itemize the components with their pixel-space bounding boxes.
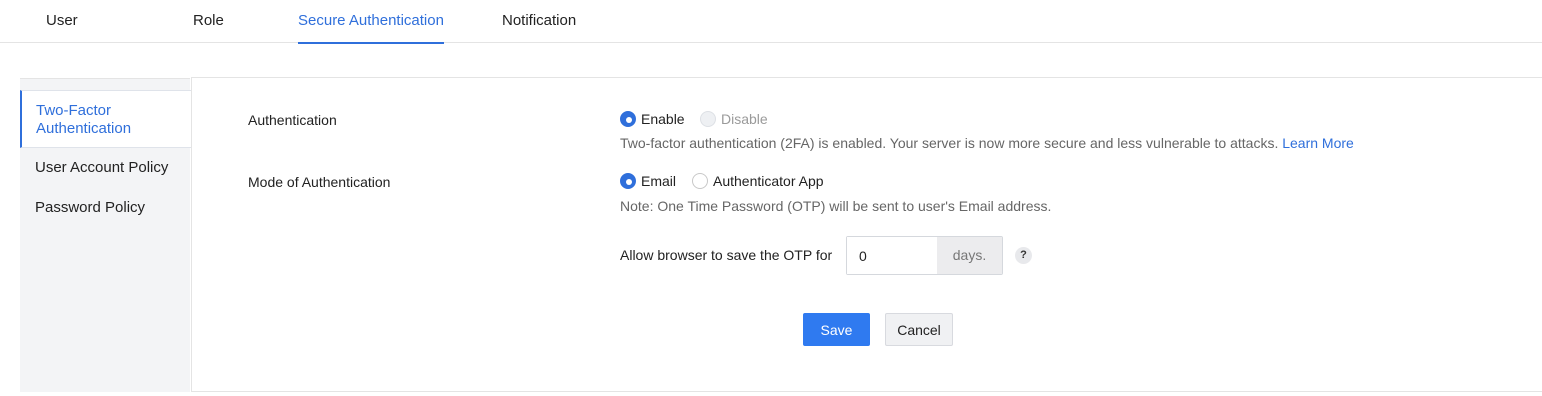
radio-unselected-icon — [700, 111, 716, 127]
otp-note: Note: One Time Password (OTP) will be se… — [620, 198, 1052, 214]
save-button[interactable]: Save — [803, 313, 870, 346]
email-radio[interactable]: Email — [620, 173, 676, 189]
disable-radio-label: Disable — [721, 111, 768, 127]
radio-selected-icon — [620, 111, 636, 127]
mode-of-authentication-label: Mode of Authentication — [248, 174, 391, 190]
sidebar-item-user-account-policy[interactable]: User Account Policy — [20, 159, 191, 177]
authentication-description: Two-factor authentication (2FA) is enabl… — [620, 135, 1354, 151]
settings-sidebar: Two-Factor Authentication User Account P… — [20, 78, 191, 392]
authenticator-app-radio-label: Authenticator App — [713, 173, 824, 189]
otp-days-field: days. — [846, 236, 1003, 275]
tab-secure-authentication[interactable]: Secure Authentication — [298, 0, 444, 44]
tab-role[interactable]: Role — [193, 0, 224, 43]
cancel-button[interactable]: Cancel — [885, 313, 953, 346]
email-radio-label: Email — [641, 173, 677, 189]
radio-unselected-icon — [692, 173, 708, 189]
learn-more-link[interactable]: Learn More — [1282, 135, 1354, 151]
top-tab-bar: User Role Secure Authentication Notifica… — [0, 0, 1542, 44]
authentication-label: Authentication — [248, 112, 337, 128]
enable-radio[interactable]: Enable — [620, 111, 685, 127]
sidebar-item-two-factor-authentication[interactable]: Two-Factor Authentication — [20, 90, 191, 148]
tab-user[interactable]: User — [46, 0, 78, 43]
sidebar-item-password-policy[interactable]: Password Policy — [20, 199, 191, 217]
disable-radio[interactable]: Disable — [700, 111, 768, 127]
enable-radio-label: Enable — [641, 111, 685, 127]
authenticator-app-radio[interactable]: Authenticator App — [692, 173, 824, 189]
otp-days-input[interactable] — [847, 237, 937, 274]
tab-notification[interactable]: Notification — [502, 0, 576, 43]
otp-days-suffix: days. — [937, 237, 1002, 274]
authentication-description-text: Two-factor authentication (2FA) is enabl… — [620, 135, 1279, 151]
radio-selected-icon — [620, 173, 636, 189]
help-icon[interactable]: ? — [1015, 247, 1032, 264]
otp-save-label: Allow browser to save the OTP for — [620, 247, 833, 263]
